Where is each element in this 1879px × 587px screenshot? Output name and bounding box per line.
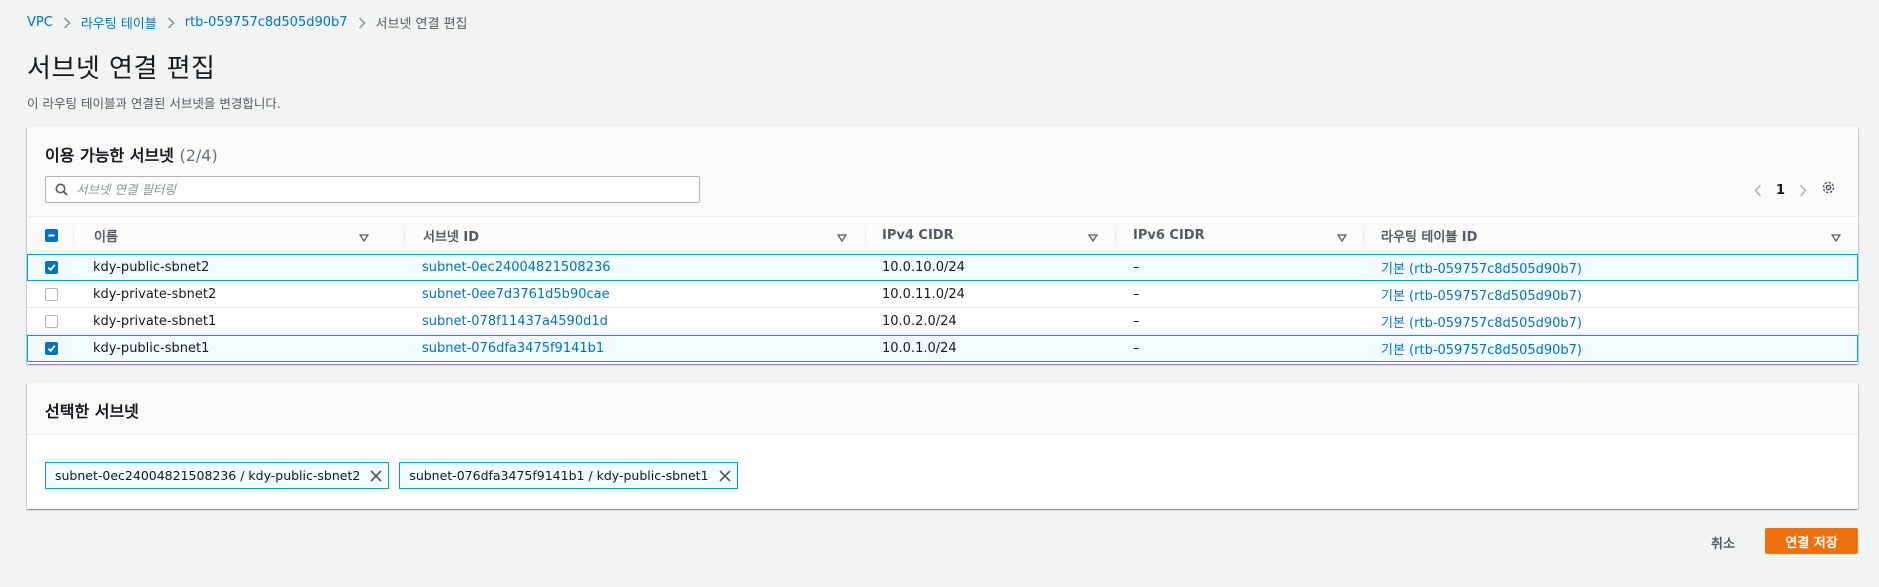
table-row[interactable]: kdy-private-sbnet1 subnet-078f11437a4590… <box>27 308 1858 335</box>
chevron-left-icon[interactable] <box>1754 183 1762 197</box>
chevron-right-icon <box>348 15 376 30</box>
available-subnets-panel: 이용 가능한 서브넷 (2/4) 1 이름 <box>27 127 1858 364</box>
cell-ipv6: – <box>1133 314 1140 329</box>
column-header-name[interactable]: 이름 <box>94 217 389 254</box>
column-divider <box>73 227 74 245</box>
row-select-cell <box>45 335 58 362</box>
breadcrumb-vpc[interactable]: VPC <box>27 15 53 30</box>
available-subnets-title: 이용 가능한 서브넷 (2/4) <box>45 142 218 166</box>
breadcrumb: VPC 라우팅 테이블 rtb-059757c8d505d90b7 서브넷 연결… <box>27 13 468 32</box>
cell-subnet-id[interactable]: subnet-076dfa3475f9141b1 <box>422 335 604 362</box>
column-label-subnet-id: 서브넷 ID <box>423 230 480 245</box>
column-header-route-table[interactable]: 라우팅 테이블 ID <box>1381 217 1851 254</box>
sort-down-icon[interactable] <box>1830 231 1842 246</box>
selected-subnets-title: 선택한 서브넷 <box>45 402 139 421</box>
selected-subnet-token: subnet-0ec24004821508236 / kdy-public-sb… <box>45 462 390 489</box>
cancel-button[interactable]: 취소 <box>1711 529 1735 555</box>
select-all-cell <box>45 217 58 254</box>
column-header-ipv4[interactable]: IPv4 CIDR <box>882 217 1122 254</box>
token-label: subnet-0ec24004821508236 / kdy-public-sb… <box>55 468 361 483</box>
column-header-subnet-id[interactable]: 서브넷 ID <box>423 217 868 254</box>
column-divider <box>865 227 866 245</box>
sort-down-icon[interactable] <box>836 231 848 246</box>
cell-ipv4: 10.0.10.0/24 <box>882 260 965 275</box>
selected-subnets-panel: 선택한 서브넷 subnet-0ec24004821508236 / kdy-p… <box>27 383 1858 509</box>
chevron-right-icon <box>157 15 185 30</box>
row-select-cell <box>45 308 58 335</box>
cell-subnet-id[interactable]: subnet-078f11437a4590d1d <box>422 308 608 335</box>
search-icon <box>46 183 76 196</box>
page-description: 이 라우팅 테이블과 연결된 서브넷을 변경합니다. <box>27 96 281 111</box>
cell-route-table[interactable]: 기본 (rtb-059757c8d505d90b7) <box>1381 308 1582 335</box>
page-title: 서브넷 연결 편집 <box>27 54 216 84</box>
cell-subnet-id[interactable]: subnet-0ec24004821508236 <box>422 254 611 281</box>
table-row[interactable]: kdy-public-sbnet1 subnet-076dfa3475f9141… <box>27 335 1858 362</box>
table-header: 이름 서브넷 ID IPv4 CIDR IPv6 CIDR 라우팅 테이블 ID <box>27 217 1858 254</box>
column-label-route-table: 라우팅 테이블 ID <box>1381 230 1478 245</box>
breadcrumb-current: 서브넷 연결 편집 <box>375 17 468 32</box>
chevron-right-icon <box>53 15 81 30</box>
sort-down-icon[interactable] <box>1336 231 1348 246</box>
token-label: subnet-076dfa3475f9141b1 / kdy-public-sb… <box>409 468 709 483</box>
available-subnets-title-text: 이용 가능한 서브넷 <box>45 146 174 165</box>
pagination: 1 <box>1754 179 1807 201</box>
cell-name: kdy-private-sbnet1 <box>93 314 217 329</box>
row-checkbox[interactable] <box>45 261 58 274</box>
subnet-filter-input[interactable] <box>76 177 699 202</box>
close-icon[interactable] <box>370 469 382 482</box>
selected-subnets-header: 선택한 서브넷 <box>27 383 1858 435</box>
row-checkbox[interactable] <box>45 342 58 355</box>
selected-subnet-tokens: subnet-0ec24004821508236 / kdy-public-sb… <box>45 462 738 489</box>
close-icon[interactable] <box>718 469 731 482</box>
row-select-cell <box>45 281 58 308</box>
selected-subnet-token: subnet-076dfa3475f9141b1 / kdy-public-sb… <box>399 462 738 489</box>
selection-count: (2/4) <box>179 146 218 165</box>
cell-name: kdy-public-sbnet2 <box>93 260 210 275</box>
column-label-name: 이름 <box>94 230 118 245</box>
cell-ipv6: – <box>1133 287 1140 302</box>
cell-subnet-id[interactable]: subnet-0ee7d3761d5b90cae <box>422 281 610 308</box>
column-label-ipv6: IPv6 CIDR <box>1133 228 1205 243</box>
cell-route-table[interactable]: 기본 (rtb-059757c8d505d90b7) <box>1381 254 1582 281</box>
breadcrumb-route-table-id[interactable]: rtb-059757c8d505d90b7 <box>185 15 348 30</box>
cell-ipv4: 10.0.11.0/24 <box>882 287 965 302</box>
checkmark-icon <box>47 345 56 353</box>
chevron-right-icon[interactable] <box>1799 183 1807 197</box>
cell-name: kdy-public-sbnet1 <box>93 341 210 356</box>
breadcrumb-route-tables[interactable]: 라우팅 테이블 <box>81 13 157 32</box>
cell-ipv4: 10.0.1.0/24 <box>882 341 957 356</box>
save-associations-button[interactable]: 연결 저장 <box>1765 528 1858 554</box>
page-number[interactable]: 1 <box>1776 183 1785 198</box>
column-label-ipv4: IPv4 CIDR <box>882 228 954 243</box>
select-all-checkbox[interactable] <box>45 229 58 242</box>
row-checkbox[interactable] <box>45 315 58 328</box>
column-divider <box>1115 227 1116 245</box>
column-divider <box>404 227 405 245</box>
table-row[interactable]: kdy-public-sbnet2 subnet-0ec240048215082… <box>27 254 1858 281</box>
cell-ipv6: – <box>1133 341 1140 356</box>
sort-down-icon[interactable] <box>358 231 370 246</box>
column-header-ipv6[interactable]: IPv6 CIDR <box>1133 217 1373 254</box>
cell-ipv6: – <box>1133 260 1140 275</box>
cell-name: kdy-private-sbnet2 <box>93 287 217 302</box>
row-select-cell <box>45 254 58 281</box>
cell-route-table[interactable]: 기본 (rtb-059757c8d505d90b7) <box>1381 335 1582 362</box>
column-divider <box>1363 227 1364 245</box>
available-subnets-header: 이용 가능한 서브넷 (2/4) 1 <box>27 127 1858 217</box>
sort-down-icon[interactable] <box>1087 231 1099 246</box>
gear-icon[interactable] <box>1821 180 1836 195</box>
subnet-filter[interactable] <box>45 176 700 203</box>
table-row[interactable]: kdy-private-sbnet2 subnet-0ee7d3761d5b90… <box>27 281 1858 308</box>
checkmark-icon <box>47 264 56 272</box>
row-checkbox[interactable] <box>45 288 58 301</box>
cell-ipv4: 10.0.2.0/24 <box>882 314 957 329</box>
cell-route-table[interactable]: 기본 (rtb-059757c8d505d90b7) <box>1381 281 1582 308</box>
